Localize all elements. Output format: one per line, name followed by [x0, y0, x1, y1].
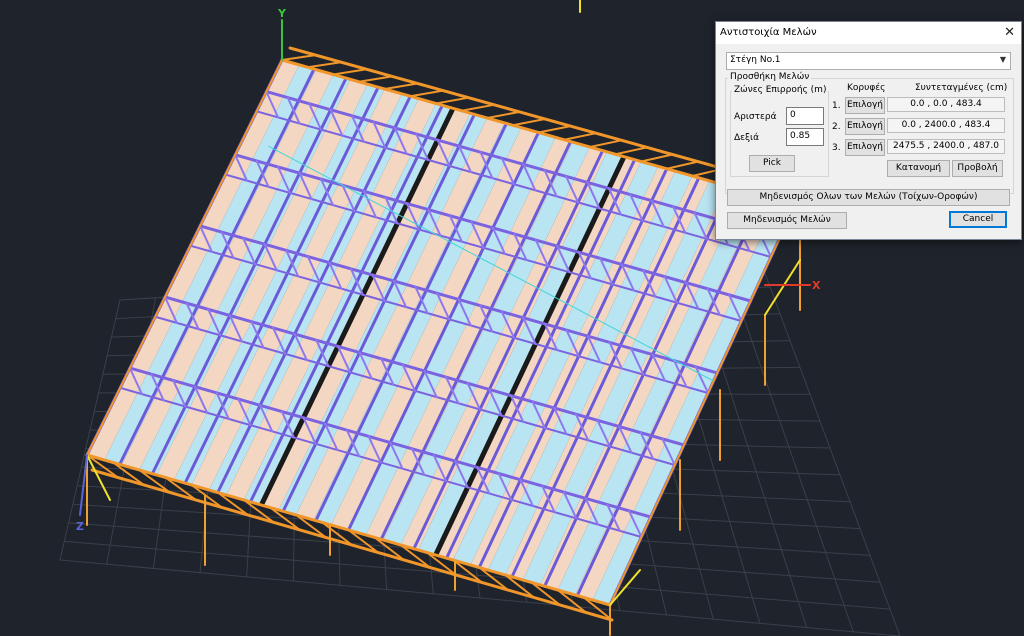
- axis-y-label: Y: [278, 7, 286, 20]
- roof-select[interactable]: Στέγη No.1 ▼: [726, 52, 1011, 70]
- vertex-2-coordinates: 0.0 , 2400.0 , 483.4: [887, 118, 1005, 133]
- show-button[interactable]: Προβολή: [952, 160, 1003, 177]
- cancel-button[interactable]: Cancel: [949, 211, 1007, 228]
- roof-select-value: Στέγη No.1: [730, 55, 781, 65]
- coordinates-header: Συντεταγμένες (cm): [915, 83, 1008, 93]
- left-zone-label: Αριστερά: [734, 112, 777, 122]
- vertex-3-index: 3.: [832, 143, 841, 153]
- reset-all-members-button[interactable]: Μηδενισμός Ολων των Μελών (Τοίχων-Οροφών…: [727, 189, 1010, 206]
- axis-z: [79, 454, 88, 516]
- influence-zones-group-title: Ζώνες Επιρροής (m): [732, 85, 829, 95]
- edge-diagonal: [537, 125, 572, 134]
- edge-diagonal: [588, 139, 623, 148]
- vertex-2-index: 2.: [832, 122, 841, 132]
- close-icon[interactable]: ✕: [1004, 25, 1015, 40]
- pick-button[interactable]: Pick: [749, 155, 795, 172]
- edge-diagonal: [434, 96, 470, 105]
- edge-diagonal: [460, 103, 495, 112]
- grid-line: [59, 559, 901, 636]
- edge-diagonal: [486, 110, 521, 119]
- edge-diagonal: [281, 54, 317, 61]
- vertex-2-select-button[interactable]: Επιλογή: [845, 118, 885, 135]
- left-zone-input[interactable]: 0: [786, 107, 824, 125]
- right-zone-value: 0.85: [790, 131, 811, 141]
- left-zone-value: 0: [790, 110, 796, 120]
- dialog-title: Αντιστοιχία Μελών: [720, 27, 817, 38]
- reset-members-button[interactable]: Μηδενισμός Μελών: [727, 212, 847, 229]
- vertices-header: Κορυφές: [847, 83, 886, 93]
- edge-diagonal: [306, 61, 342, 69]
- edge-diagonal: [640, 153, 674, 163]
- distribute-button[interactable]: Κατανομή: [887, 160, 950, 177]
- member-mapping-dialog: Αντιστοιχία Μελών ✕ Στέγη No.1 ▼ Προσθήκ…: [715, 21, 1022, 240]
- add-members-group-title: Προσθήκη Μελών: [728, 72, 812, 82]
- edge-diagonal: [614, 146, 648, 156]
- axis-z-label: Z: [76, 520, 84, 533]
- vertex-3-select-button[interactable]: Επιλογή: [845, 139, 885, 156]
- edge-diagonal: [665, 160, 699, 170]
- vertex-1-index: 1.: [832, 101, 841, 111]
- edge-diagonal: [383, 82, 419, 90]
- right-zone-label: Δεξιά: [734, 133, 760, 143]
- dialog-titlebar[interactable]: Αντιστοιχία Μελών ✕: [716, 22, 1021, 44]
- axis-x-label: X: [812, 279, 821, 292]
- vertex-1-select-button[interactable]: Επιλογή: [845, 97, 885, 114]
- vertex-3-coordinates: 2475.5 , 2400.0 , 487.0: [887, 139, 1005, 154]
- right-zone-input[interactable]: 0.85: [786, 128, 824, 146]
- vertex-1-coordinates: 0.0 , 0.0 , 483.4: [887, 97, 1005, 112]
- chevron-down-icon[interactable]: ▼: [1000, 55, 1006, 64]
- edge-diagonal: [357, 75, 393, 83]
- edge-diagonal: [511, 118, 546, 127]
- edge-diagonal: [409, 89, 444, 98]
- edge-diagonal: [332, 68, 368, 76]
- edge-diagonal: [563, 132, 597, 141]
